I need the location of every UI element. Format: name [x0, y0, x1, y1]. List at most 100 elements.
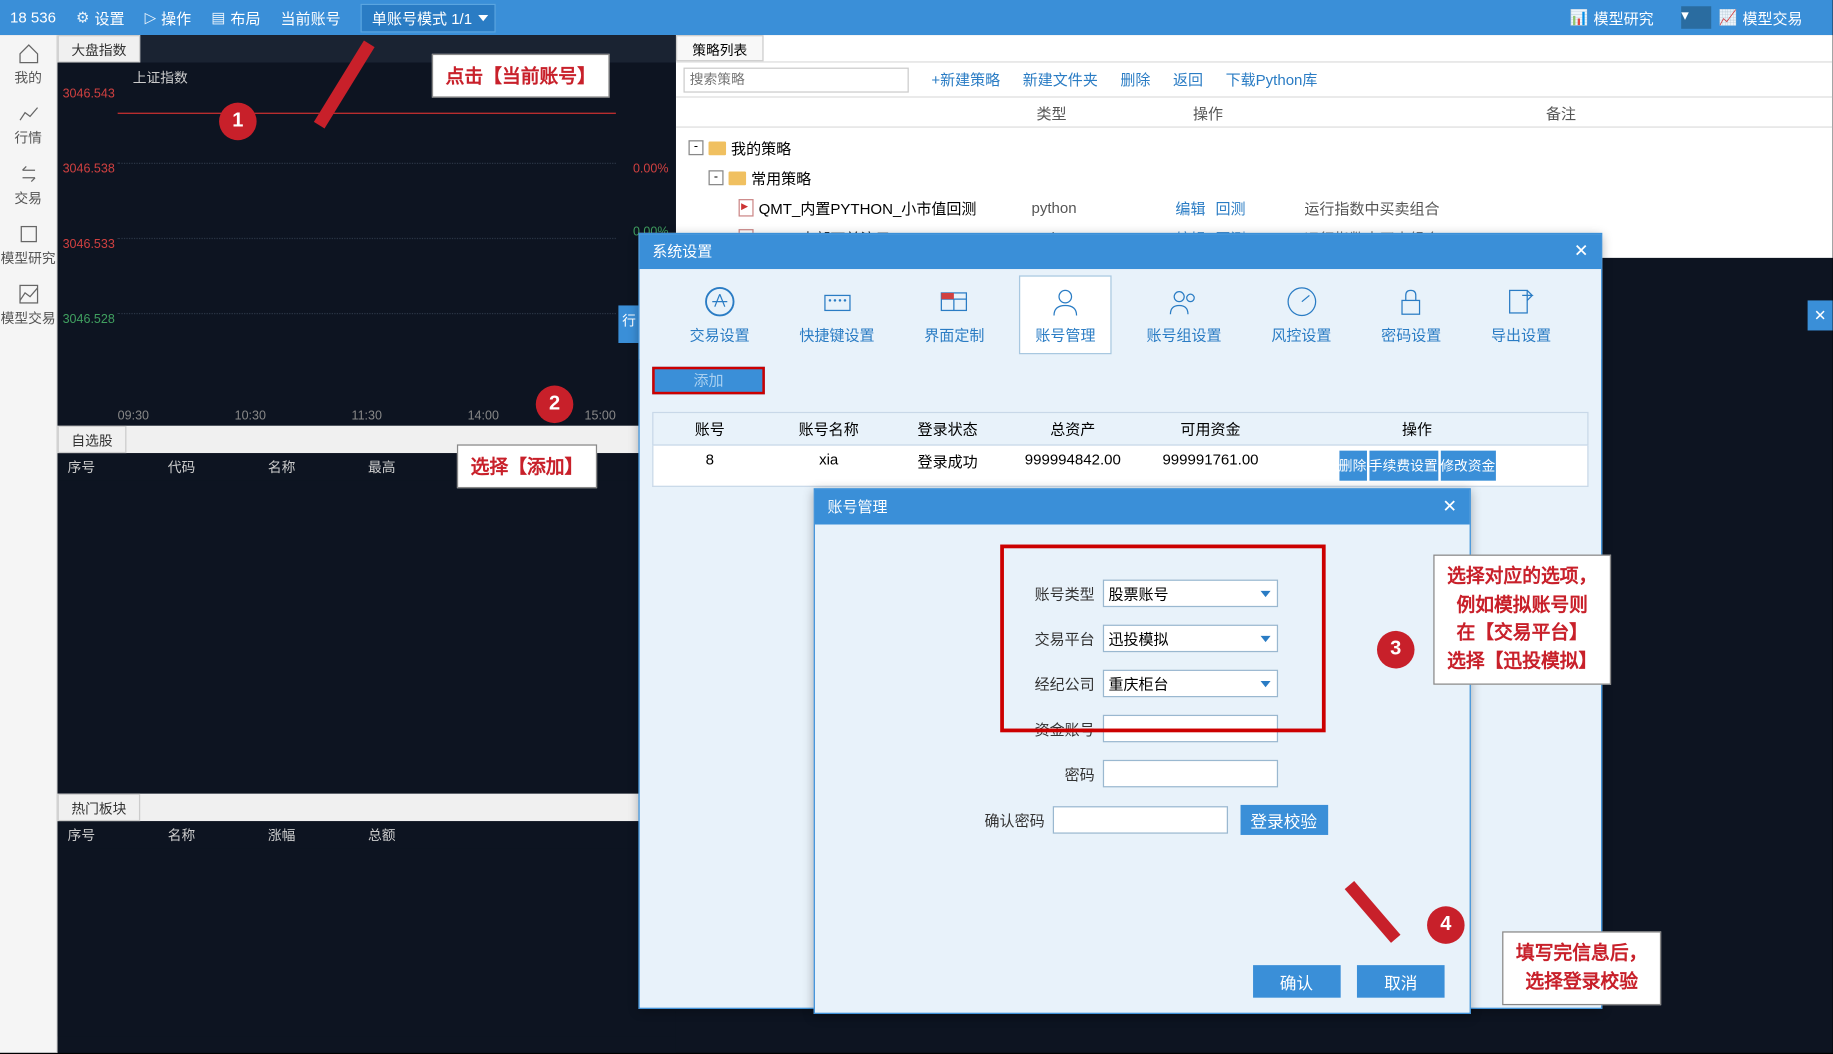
settings-menu[interactable]: ⚙设置	[76, 7, 125, 28]
password-input[interactable]	[1102, 760, 1277, 788]
side-nav: 我的 行情 交易 模型研究 模型交易	[0, 35, 58, 1053]
strategy-table-header: 类型 操作 备注	[676, 98, 1833, 128]
arrow-icon	[300, 25, 400, 138]
account-row[interactable]: 8xia登录成功999994842.00999991761.00 删除手续费设置…	[652, 446, 1588, 487]
export-icon	[1504, 284, 1539, 319]
strategy-panel: 策略列表 +新建策略 新建文件夹 删除 返回 下载Python库 类型 操作 备…	[676, 35, 1833, 258]
sector-table-header: 序号名称涨幅总额	[58, 821, 676, 849]
search-input[interactable]	[683, 67, 908, 92]
chart-panel: 大盘指数 上证指数 3046.543 3046.538 3046.533 304…	[58, 35, 676, 1053]
users-icon	[1167, 284, 1202, 319]
dropdown-icon[interactable]: ▾	[1681, 6, 1711, 29]
model-trade-link[interactable]: 📈模型交易	[1719, 7, 1803, 28]
arrow-icon	[1327, 870, 1415, 958]
keyboard-icon	[819, 284, 854, 319]
tab-ui-custom[interactable]: 界面定制	[909, 276, 999, 352]
model-research-link[interactable]: 📊模型研究	[1570, 7, 1654, 28]
annotation-4: 填写完信息后， 选择登录校验	[1502, 931, 1661, 1005]
tab-market-index[interactable]: 大盘指数	[58, 35, 141, 63]
tab-hotkey-settings[interactable]: 快捷键设置	[784, 276, 889, 352]
nav-mine[interactable]: 我的	[0, 35, 56, 95]
tab-password[interactable]: 密码设置	[1366, 276, 1456, 352]
collapse-icon[interactable]: -	[688, 140, 703, 155]
side-close-icon[interactable]: ✕	[1808, 300, 1833, 330]
tab-self-select[interactable]: 自选股	[58, 426, 127, 454]
nav-quotes[interactable]: 行情	[0, 95, 56, 155]
dialog-title-bar[interactable]: 系统设置 ✕	[640, 234, 1601, 269]
folder-icon	[709, 141, 727, 155]
delete-account-button[interactable]: 删除	[1339, 451, 1367, 481]
y-label-3: 3046.528	[63, 313, 115, 327]
operate-menu[interactable]: ▷操作	[145, 7, 192, 28]
annotation-badge-1: 1	[219, 103, 257, 141]
confirm-password-input[interactable]	[1052, 806, 1227, 834]
gauge-icon	[1284, 284, 1319, 319]
cancel-button[interactable]: 取消	[1357, 965, 1445, 998]
annotation-1: 点击【当前账号】	[432, 54, 610, 98]
nav-trade[interactable]: 交易	[0, 155, 56, 215]
sector-list[interactable]	[58, 849, 676, 1037]
tree-root[interactable]: -我的策略	[676, 133, 1833, 163]
tab-account-mgmt[interactable]: 账号管理	[1019, 275, 1112, 354]
new-folder-link[interactable]: 新建文件夹	[1023, 69, 1098, 90]
layout-settings-icon	[937, 284, 972, 319]
annotation-badge-2: 2	[536, 386, 574, 424]
annotation-badge-4: 4	[1427, 906, 1465, 944]
backtest-link[interactable]: 回测	[1215, 200, 1245, 218]
password-label: 密码	[1007, 763, 1095, 784]
back-link[interactable]: 返回	[1173, 69, 1203, 90]
strategy-row[interactable]: QMT_内置PYTHON_小市值回测 python 编辑回测 运行指数中买卖组合	[676, 193, 1833, 223]
account-type-select[interactable]: 股票账号	[1102, 580, 1277, 608]
confirm-password-label: 确认密码	[957, 809, 1045, 830]
tab-hot-sector[interactable]: 热门板块	[58, 794, 141, 822]
platform-select[interactable]: 迅投模拟	[1102, 625, 1277, 653]
model-trade-icon	[17, 283, 40, 306]
ok-button[interactable]: 确认	[1253, 965, 1341, 998]
layout-menu[interactable]: ▤布局	[211, 7, 260, 28]
nav-model-trade[interactable]: 模型交易	[0, 275, 56, 335]
y-label-0: 3046.543	[63, 88, 115, 102]
annotation-badge-3: 3	[1377, 631, 1415, 669]
broker-select[interactable]: 重庆柜台	[1102, 670, 1277, 698]
stock-list[interactable]	[58, 481, 676, 794]
tab-trade-settings[interactable]: 交易设置	[675, 276, 765, 352]
trade-nav-icon	[17, 163, 40, 186]
user-icon	[1048, 284, 1083, 319]
edit-link[interactable]: 编辑	[1175, 200, 1205, 218]
new-strategy-link[interactable]: +新建策略	[931, 69, 1000, 90]
trade-settings-icon	[702, 284, 737, 319]
lock-icon	[1394, 284, 1429, 319]
tab-account-group[interactable]: 账号组设置	[1131, 276, 1236, 352]
dialog-title: 系统设置	[652, 240, 712, 263]
modify-fund-button[interactable]: 修改资金	[1440, 451, 1495, 481]
folder-icon	[729, 171, 747, 185]
research-nav-icon	[17, 223, 40, 246]
trade-icon: 📈	[1719, 9, 1738, 27]
chart-icon	[17, 103, 40, 126]
user-id: 18 536	[10, 9, 56, 27]
research-icon: 📊	[1570, 9, 1589, 27]
dialog-title-bar[interactable]: 账号管理 ✕	[815, 489, 1470, 524]
fee-settings-button[interactable]: 手续费设置	[1369, 451, 1438, 481]
login-verify-button[interactable]: 登录校验	[1240, 805, 1328, 835]
account-table-header: 账号账号名称登录状态总资产可用资金操作	[652, 412, 1588, 446]
close-icon[interactable]: ✕	[1574, 240, 1589, 263]
tree-folder[interactable]: -常用策略	[676, 163, 1833, 193]
close-icon[interactable]: ✕	[1442, 496, 1457, 519]
play-icon: ▷	[145, 9, 157, 27]
annotation-2: 选择【添加】	[457, 444, 597, 488]
account-table: 账号账号名称登录状态总资产可用资金操作 8xia登录成功999994842.00…	[652, 412, 1588, 487]
add-account-button[interactable]: 添加	[652, 367, 765, 395]
collapse-icon[interactable]: -	[709, 170, 724, 185]
dialog-title: 账号管理	[827, 496, 887, 519]
home-icon	[17, 43, 40, 66]
delete-link[interactable]: 删除	[1120, 69, 1150, 90]
tab-export[interactable]: 导出设置	[1476, 276, 1566, 352]
download-python-link[interactable]: 下载Python库	[1226, 69, 1318, 90]
nav-model-research[interactable]: 模型研究	[0, 215, 56, 275]
layout-icon: ▤	[211, 9, 225, 27]
y-label-2: 3046.533	[63, 238, 115, 252]
tab-risk-control[interactable]: 风控设置	[1256, 276, 1346, 352]
gear-icon: ⚙	[76, 9, 89, 27]
tab-strategy-list[interactable]: 策略列表	[676, 35, 764, 61]
